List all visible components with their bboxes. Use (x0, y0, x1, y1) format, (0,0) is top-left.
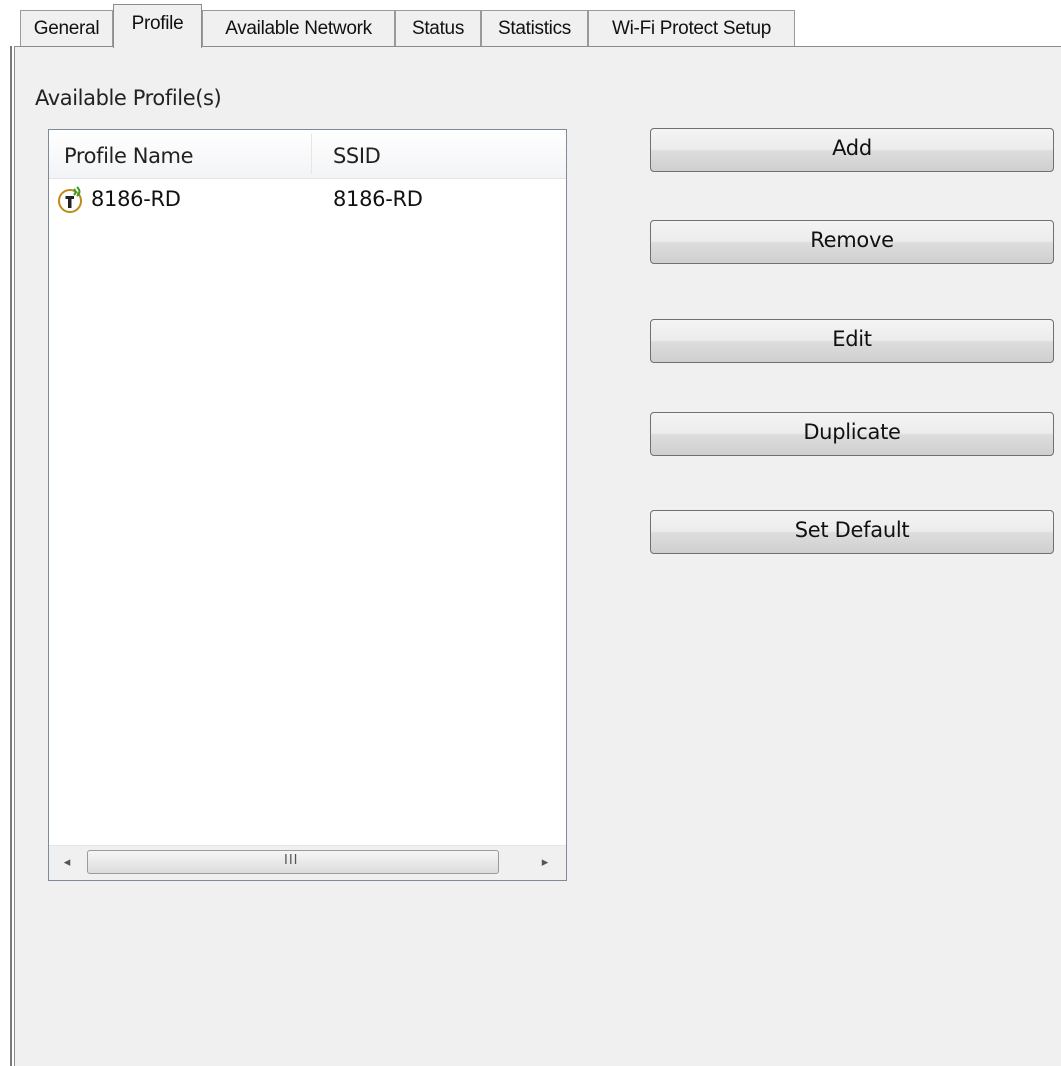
tab-bar: General Profile Available Network Status… (14, 0, 1061, 48)
edit-button[interactable]: Edit (650, 319, 1054, 363)
profile-list[interactable]: Profile Name SSID 8186-RD 8186-RD ◂ III … (48, 129, 567, 881)
duplicate-button[interactable]: Duplicate (650, 412, 1054, 456)
scrollbar-grip: III (284, 853, 299, 868)
scroll-right-icon[interactable]: ▸ (535, 854, 555, 872)
scrollbar-thumb[interactable]: III (87, 850, 499, 874)
remove-button[interactable]: Remove (650, 220, 1054, 264)
set-default-button[interactable]: Set Default (650, 510, 1054, 554)
column-separator[interactable] (311, 134, 312, 174)
connected-profile-icon (57, 186, 85, 214)
profile-list-header: Profile Name SSID (49, 130, 566, 179)
tab-statistics[interactable]: Statistics (481, 10, 588, 46)
window-edge (10, 46, 12, 1066)
profile-name-cell: 8186-RD (91, 187, 181, 211)
tab-general[interactable]: General (20, 10, 113, 46)
add-button[interactable]: Add (650, 128, 1054, 172)
available-profiles-label: Available Profile(s) (35, 86, 222, 110)
tab-profile[interactable]: Profile (113, 4, 202, 48)
tab-available-network[interactable]: Available Network (202, 10, 395, 46)
ssid-cell: 8186-RD (333, 187, 423, 211)
list-item[interactable]: 8186-RD 8186-RD (49, 180, 566, 220)
tab-wifi-protect-setup[interactable]: Wi-Fi Protect Setup (588, 10, 795, 46)
tab-status[interactable]: Status (395, 10, 481, 46)
column-header-ssid[interactable]: SSID (333, 144, 381, 168)
scroll-left-icon[interactable]: ◂ (57, 854, 77, 872)
column-header-profile-name[interactable]: Profile Name (64, 144, 194, 168)
horizontal-scrollbar[interactable]: ◂ III ▸ (49, 845, 566, 880)
